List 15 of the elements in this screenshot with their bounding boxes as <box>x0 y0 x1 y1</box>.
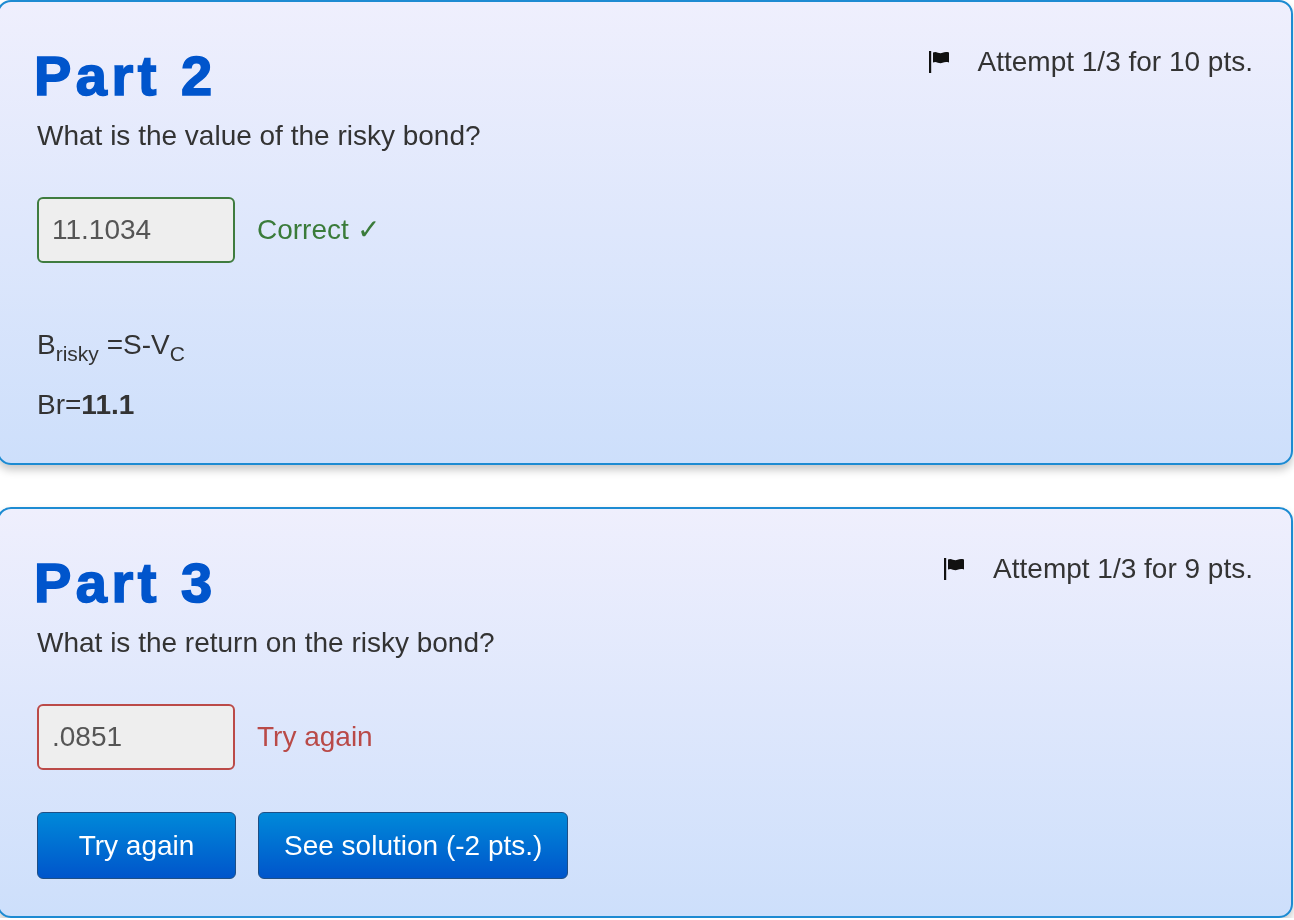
try-again-button[interactable]: Try again <box>37 812 236 879</box>
attempt-label: Attempt 1/3 for 10 pts. <box>977 46 1253 78</box>
question-text: What is the value of the risky bond? <box>37 120 482 152</box>
flag-icon[interactable] <box>944 558 965 580</box>
question-text: What is the return on the risky bond? <box>37 627 496 659</box>
attempt-label: Attempt 1/3 for 9 pts. <box>993 553 1253 585</box>
answer-field[interactable]: 11.1034 <box>37 197 235 263</box>
part-title: Part 2 <box>34 44 217 108</box>
see-solution-button[interactable]: See solution (-2 pts.) <box>258 812 569 879</box>
flag-icon[interactable] <box>928 51 949 73</box>
solution-line: Br=11.1 <box>37 389 136 421</box>
feedback-text: Correct ✓ <box>257 214 380 246</box>
part-title: Part 3 <box>34 551 217 615</box>
feedback-text: Try again <box>257 721 373 753</box>
answer-field[interactable]: .0851 <box>37 704 235 770</box>
